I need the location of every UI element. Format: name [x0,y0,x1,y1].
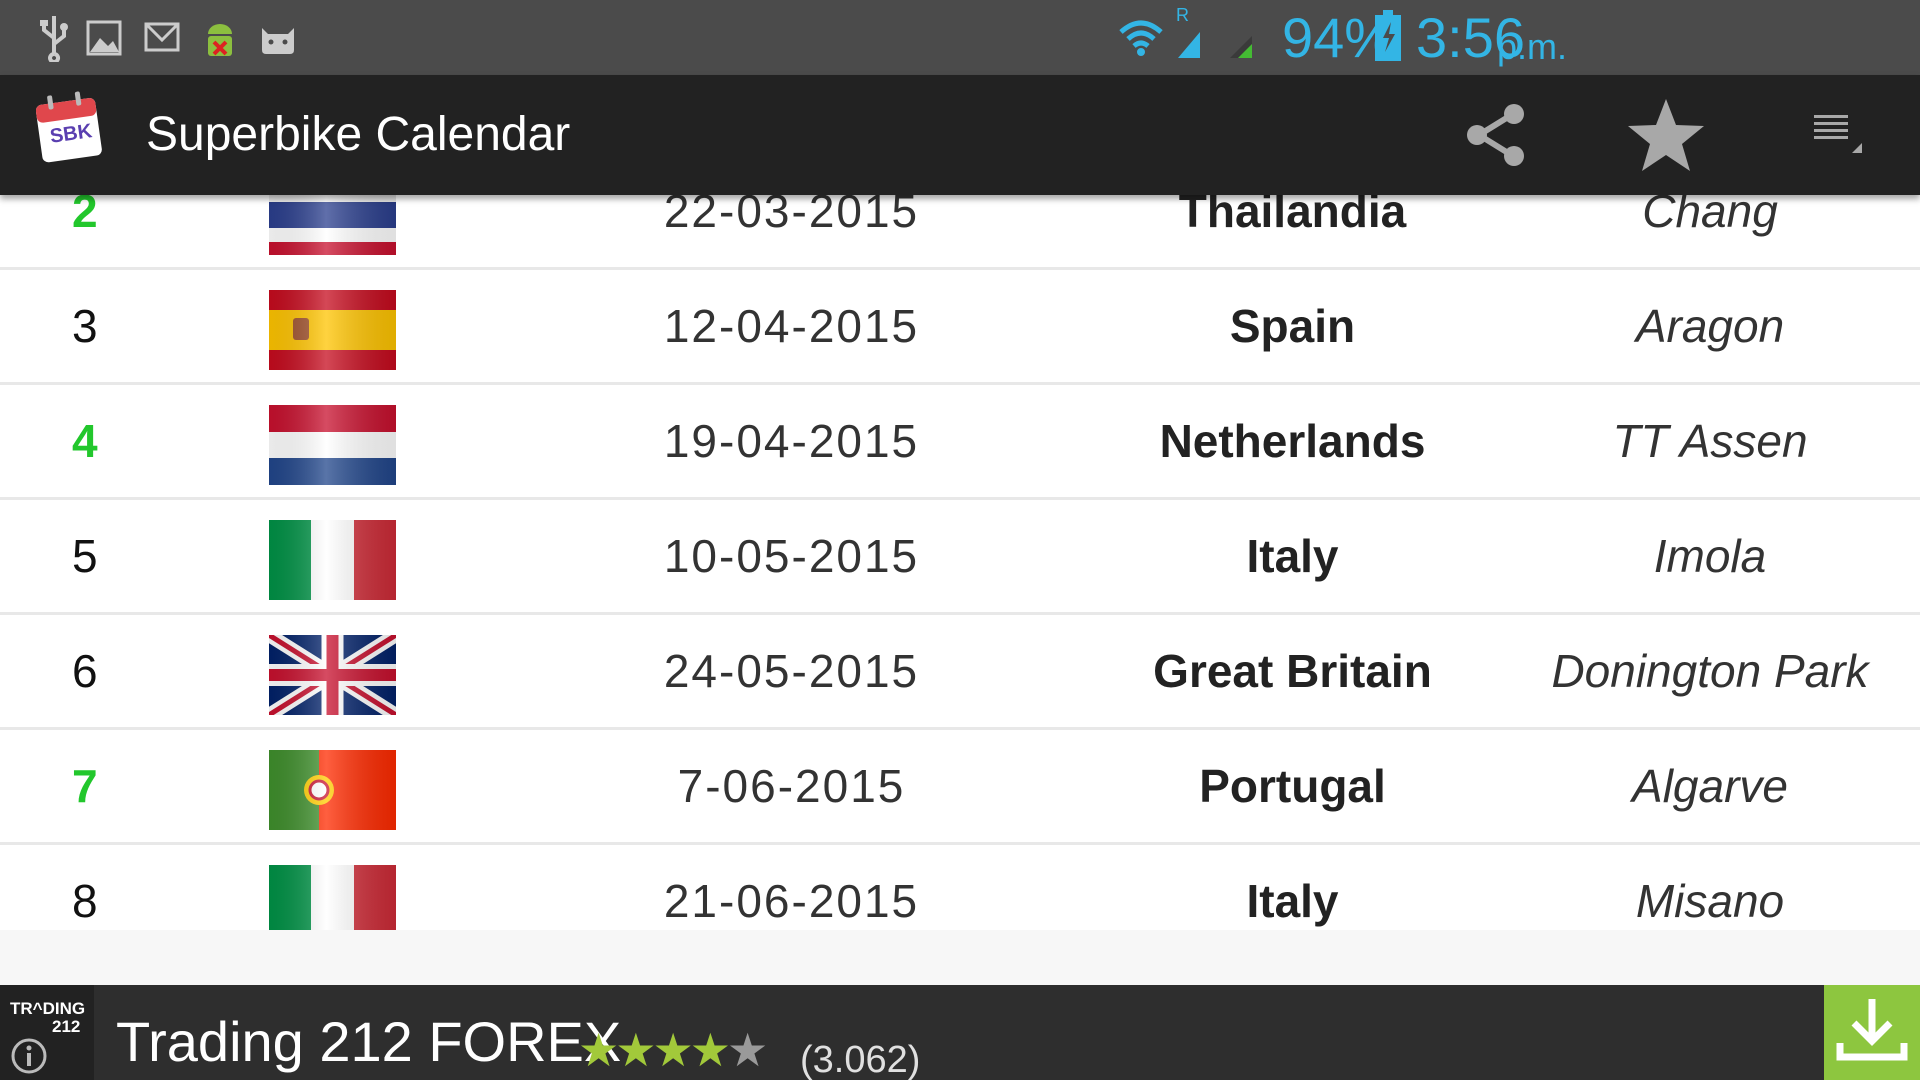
star-empty-icon: ★ [727,1024,768,1076]
race-round-number: 6 [72,645,98,697]
flag-netherlands-icon [269,405,396,485]
race-circuit: Imola [1653,530,1767,582]
favorite-button[interactable] [1616,91,1716,179]
race-date: 7-06-2015 [677,760,906,812]
star-filled-icon: ★ [615,1024,656,1076]
race-circuit: TT Assen [1612,415,1808,467]
wifi-icon [1119,20,1163,56]
star-icon [1628,99,1704,171]
android-debug-icon [208,24,232,56]
race-circuit: Chang [1642,195,1778,237]
race-row[interactable]: 2 22-03-2015 Thailandia Chang [0,195,1920,270]
race-round-number: 8 [72,875,98,927]
race-country: Netherlands [1159,415,1426,467]
race-round-number: 4 [72,415,98,467]
android-cat-icon [262,28,294,54]
race-country: Spain [1229,300,1356,352]
usb-icon [40,16,68,62]
signal-2-icon [1230,36,1252,58]
race-round-number: 3 [72,300,98,352]
race-country: Great Britain [1153,645,1432,697]
ad-logo: TR^DING 212 [0,985,94,1080]
signal-1-icon [1178,32,1200,58]
action-bar: SBK Superbike Calendar [0,75,1920,195]
flag-spain-icon [269,290,396,370]
race-row[interactable]: 8 21-06-2015 Italy Misano [0,845,1920,930]
flag-thailand-icon [269,195,396,255]
flag-great-britain-icon [269,635,396,715]
race-round-number: 2 [72,195,98,237]
gmail-icon [144,22,180,52]
image-icon [86,20,122,56]
flag-portugal-icon [269,750,396,830]
race-date: 19-04-2015 [663,415,920,467]
ad-logo-line1: TR^DING [10,999,86,1018]
race-row[interactable]: 6 24-05-2015 Great Britain Donington Park [0,615,1920,730]
status-bar: R 94% 3:56 p.m. [0,0,1920,75]
ad-title: Trading 212 FOREX [116,1010,622,1073]
info-icon[interactable] [10,1037,48,1075]
ad-banner[interactable]: TR^DING 212 Trading 212 FOREX ★★★★★ (3.0… [0,985,1920,1080]
race-row[interactable]: 5 10-05-2015 Italy Imola [0,500,1920,615]
race-circuit: Donington Park [1551,645,1869,697]
race-round-number: 5 [72,530,98,582]
overflow-menu-button[interactable] [1786,91,1886,179]
list-footer-space [0,930,1920,985]
race-country: Italy [1246,875,1339,927]
race-calendar-list[interactable]: 2 22-03-2015 Thailandia Chang 3 12-04-2015 Spa… [0,195,1920,930]
race-date: 12-04-2015 [663,300,920,352]
ad-review-count: (3.062) [800,1039,921,1080]
app-icon[interactable]: SBK [35,91,104,165]
star-filled-icon: ★ [578,1024,619,1076]
share-icon [1467,104,1524,166]
battery-charging-icon [1375,10,1401,61]
ad-logo-line2: 212 [52,1017,81,1036]
ad-download-button[interactable] [1824,985,1920,1080]
race-circuit: Misano [1635,875,1785,927]
app-title: Superbike Calendar [146,108,571,161]
share-button[interactable] [1446,91,1546,179]
race-date: 24-05-2015 [663,645,920,697]
race-date: 22-03-2015 [663,195,920,237]
race-date: 10-05-2015 [663,530,920,582]
clock-ampm: p.m. [1497,26,1568,67]
race-row[interactable]: 7 7-06-2015 Portugal Algarve [0,730,1920,845]
race-circuit: Aragon [1635,300,1785,352]
download-icon [1836,999,1908,1061]
ad-rating-stars: ★★★★★ [578,1024,768,1076]
race-date: 21-06-2015 [663,875,920,927]
race-row[interactable]: 4 19-04-2015 Netherlands TT Assen [0,385,1920,500]
race-country: Italy [1246,530,1339,582]
race-round-number: 7 [72,760,98,812]
flag-italy-icon [269,865,396,930]
flag-italy-icon [269,520,396,600]
overflow-menu-icon [1814,115,1862,153]
race-country: Thailandia [1178,195,1407,237]
race-row[interactable]: 3 12-04-2015 Spain Aragon [0,270,1920,385]
star-filled-icon: ★ [689,1024,731,1076]
race-circuit: Algarve [1632,760,1788,812]
race-country: Portugal [1199,760,1386,812]
star-filled-icon: ★ [652,1024,694,1076]
